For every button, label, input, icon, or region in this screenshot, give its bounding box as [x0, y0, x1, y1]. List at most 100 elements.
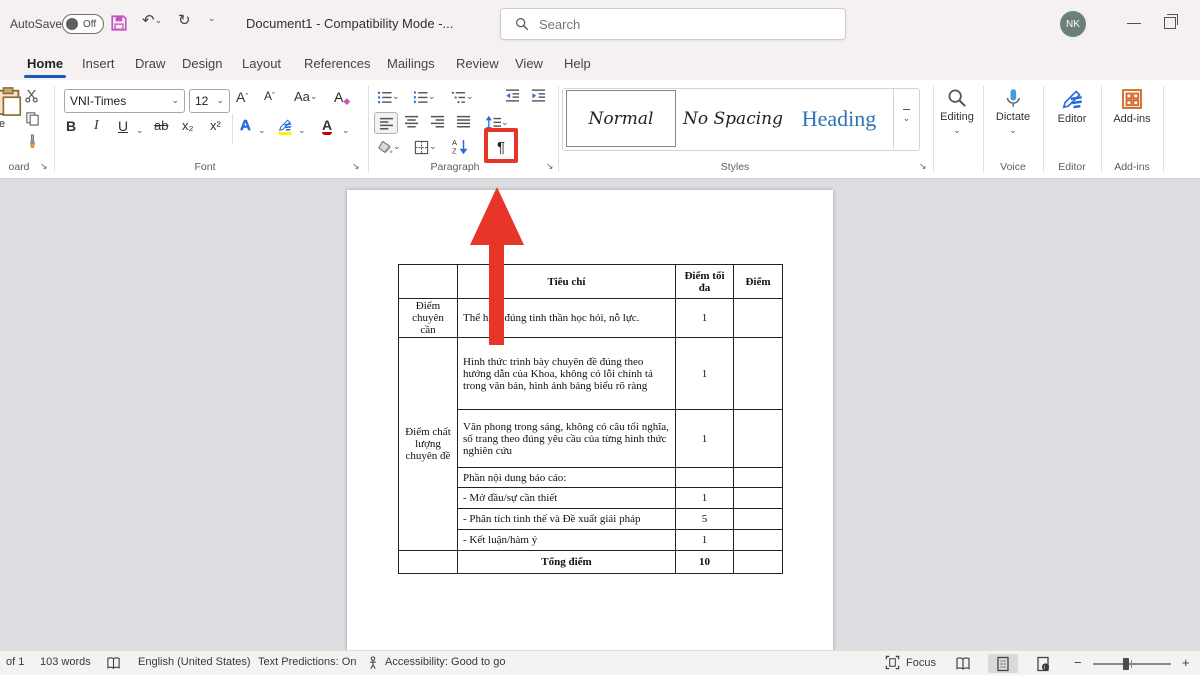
search-input[interactable] — [537, 16, 821, 33]
tab-draw[interactable]: Draw — [134, 54, 166, 73]
header-max-score[interactable]: Điểm tối đa — [676, 265, 734, 299]
document-area[interactable]: Tiêu chí Điểm tối đa Điểm Điểm chuyên cầ… — [0, 179, 1200, 650]
font-color-dropdown[interactable] — [342, 122, 350, 140]
bold-button[interactable]: B — [66, 118, 76, 134]
document-page[interactable]: Tiêu chí Điểm tối đa Điểm Điểm chuyên cầ… — [347, 190, 833, 650]
zoom-out-button[interactable]: − — [1074, 655, 1082, 670]
highlight-button[interactable] — [278, 118, 292, 135]
italic-button[interactable]: I — [94, 118, 99, 134]
clear-formatting-button[interactable]: A◆ — [334, 89, 350, 105]
tab-insert[interactable]: Insert — [81, 54, 116, 73]
editor-button[interactable]: Editor — [1046, 88, 1098, 125]
cut-button[interactable] — [24, 88, 39, 103]
score-cell[interactable] — [734, 530, 783, 551]
tab-home[interactable]: Home — [26, 54, 64, 73]
bullets-button[interactable] — [377, 88, 400, 106]
score-cell[interactable] — [734, 410, 783, 468]
empty-cell[interactable] — [399, 551, 458, 574]
web-layout-button[interactable] — [1028, 654, 1058, 673]
print-layout-button[interactable] — [988, 654, 1018, 673]
add-ins-button[interactable]: Add-ins — [1104, 88, 1160, 125]
total-label-cell[interactable]: Tổng điểm — [458, 551, 676, 574]
max-cell[interactable] — [676, 468, 734, 488]
decrease-indent-button[interactable] — [505, 88, 520, 103]
max-cell[interactable]: 5 — [676, 509, 734, 530]
language-indicator[interactable]: English (United States) — [138, 656, 251, 668]
max-cell[interactable]: 1 — [676, 338, 734, 410]
align-right-button[interactable] — [430, 114, 445, 129]
style-no-spacing[interactable]: No Spacing — [680, 90, 786, 147]
row-group-label[interactable]: Điểm chất lượng chuyên đề — [399, 338, 458, 551]
styles-dialog-launcher[interactable]: ↘ — [919, 161, 927, 172]
header-empty-cell[interactable] — [399, 265, 458, 299]
editing-button[interactable]: Editing — [934, 88, 980, 138]
tab-references[interactable]: References — [303, 54, 371, 73]
quick-access-more-button[interactable] — [208, 15, 216, 26]
row-group-label[interactable]: Điểm chuyên cần — [399, 299, 458, 338]
restore-button[interactable] — [1164, 17, 1176, 29]
clipboard-dialog-launcher[interactable]: ↘ — [40, 161, 48, 172]
criteria-cell[interactable]: Hình thức trình bày chuyên đề đúng theo … — [458, 338, 676, 410]
styles-more-button[interactable] — [893, 88, 919, 149]
superscript-button[interactable]: x² — [210, 118, 221, 133]
text-predictions-indicator[interactable]: Text Predictions: On — [258, 656, 356, 668]
max-cell[interactable]: 1 — [676, 488, 734, 509]
copy-button[interactable] — [25, 111, 40, 126]
tab-layout[interactable]: Layout — [241, 54, 282, 73]
tab-review[interactable]: Review — [455, 54, 500, 73]
proofing-book-icon[interactable] — [106, 656, 121, 671]
max-cell[interactable]: 1 — [676, 299, 734, 338]
shrink-font-button[interactable]: Aˇ — [264, 89, 275, 103]
header-score[interactable]: Điểm — [734, 265, 783, 299]
underline-button[interactable]: U — [118, 118, 128, 134]
align-center-button[interactable] — [404, 114, 419, 129]
criteria-cell[interactable]: - Phân tích tình thế và Đề xuất giải phá… — [458, 509, 676, 530]
justify-button[interactable] — [456, 114, 471, 129]
change-case-button[interactable]: Aa — [294, 89, 317, 104]
subscript-button[interactable]: x₂ — [182, 118, 194, 133]
tab-view[interactable]: View — [514, 54, 544, 73]
increase-indent-button[interactable] — [531, 88, 546, 103]
save-button[interactable] — [110, 14, 128, 32]
criteria-cell[interactable]: Văn phong trong sáng, không có câu tối n… — [458, 410, 676, 468]
zoom-slider-handle[interactable] — [1123, 658, 1129, 670]
sort-button[interactable] — [452, 138, 468, 154]
strikethrough-button[interactable]: ab — [154, 118, 168, 133]
score-cell[interactable] — [734, 551, 783, 574]
format-painter-button[interactable] — [25, 134, 40, 149]
font-dialog-launcher[interactable]: ↘ — [352, 161, 360, 172]
multilevel-list-button[interactable] — [451, 88, 474, 106]
score-cell[interactable] — [734, 488, 783, 509]
score-cell[interactable] — [734, 509, 783, 530]
paragraph-dialog-launcher[interactable]: ↘ — [546, 161, 554, 172]
dictate-button[interactable]: Dictate — [986, 88, 1040, 138]
text-effects-dropdown[interactable] — [258, 122, 266, 140]
search-box[interactable] — [500, 8, 846, 40]
criteria-cell[interactable]: - Kết luận/hàm ý — [458, 530, 676, 551]
criteria-cell[interactable]: - Mở đầu/sự cần thiết — [458, 488, 676, 509]
shading-button[interactable] — [378, 138, 401, 156]
score-cell[interactable] — [734, 338, 783, 410]
tab-mailings[interactable]: Mailings — [386, 54, 436, 73]
max-cell[interactable]: 1 — [676, 410, 734, 468]
style-heading[interactable]: Heading — [788, 90, 890, 147]
text-effects-button[interactable]: A — [240, 118, 251, 133]
borders-button[interactable] — [414, 138, 437, 156]
avatar[interactable]: NK — [1060, 11, 1086, 37]
numbering-button[interactable] — [413, 88, 436, 106]
accessibility-status[interactable]: Accessibility: Good to go — [385, 656, 505, 668]
autosave-toggle[interactable]: Off — [62, 14, 104, 34]
read-mode-button[interactable] — [948, 654, 978, 673]
font-size-combo[interactable]: 12 — [189, 89, 230, 113]
criteria-cell[interactable]: Phần nội dung báo cáo: — [458, 468, 676, 488]
font-color-button[interactable]: A — [322, 118, 332, 135]
page-indicator[interactable]: of 1 — [6, 656, 24, 668]
paste-button[interactable]: te — [0, 84, 26, 130]
max-cell[interactable]: 1 — [676, 530, 734, 551]
redo-button[interactable]: ↻ — [178, 13, 191, 28]
tab-design[interactable]: Design — [181, 54, 223, 73]
total-value-cell[interactable]: 10 — [676, 551, 734, 574]
style-normal[interactable]: Normal — [566, 90, 676, 147]
zoom-slider[interactable] — [1093, 663, 1171, 665]
focus-button[interactable]: Focus — [885, 655, 936, 670]
